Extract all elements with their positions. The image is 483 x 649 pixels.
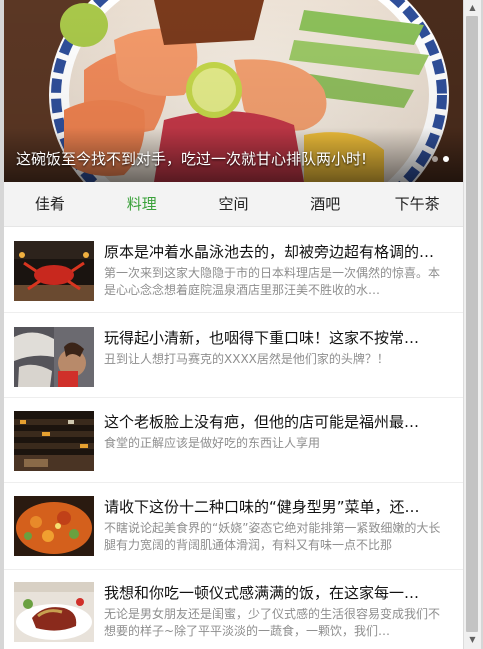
category-tabs: 佳肴 料理 空间 酒吧 下午茶 — [4, 182, 463, 227]
article-desc: 丑到让人想打马赛克的XXXX居然是他们家的头牌？！ — [104, 352, 389, 366]
article-thumbnail — [14, 241, 94, 301]
tab-jiayao[interactable]: 佳肴 — [4, 182, 96, 226]
list-item[interactable]: 请收下这份十二种口味的“健身型男”菜单，还… 不瞎说论起美食界的“妖娆”姿态它绝… — [4, 483, 463, 570]
article-title: 请收下这份十二种口味的“健身型男”菜单，还… — [104, 498, 420, 516]
tab-xiawucha[interactable]: 下午茶 — [371, 182, 463, 226]
article-title: 我想和你吃一顿仪式感满满的饭，在这家每一… — [104, 584, 420, 602]
list-item[interactable]: 玩得起小清新，也咽得下重口味！这家不按常… 丑到让人想打马赛克的XXXX居然是他… — [4, 313, 463, 398]
tab-kongjian[interactable]: 空间 — [188, 182, 280, 226]
list-item[interactable]: 原本是冲着水晶泳池去的，却被旁边超有格调的… 第一次来到这家大隐隐于市的日本料理… — [4, 227, 463, 313]
tab-liaoli[interactable]: 料理 — [96, 182, 188, 226]
article-thumbnail — [14, 582, 94, 642]
article-thumbnail — [14, 496, 94, 556]
article-list: 原本是冲着水晶泳池去的，却被旁边超有格调的… 第一次来到这家大隐隐于市的日本料理… — [4, 227, 463, 649]
app-screen: 这碗饭至今找不到对手，吃过一次就甘心排队两小时! 佳肴 料理 空间 酒吧 下午茶 — [4, 0, 463, 649]
list-item[interactable]: 这个老板脸上没有疤，但他的店可能是福州最… 食堂的正解应该是做好吃的东西让人享用 — [4, 398, 463, 483]
banner-dot[interactable] — [432, 156, 438, 162]
article-title: 玩得起小清新，也咽得下重口味！这家不按常… — [104, 329, 420, 347]
article-desc: 第一次来到这家大隐隐于市的日本料理店是一次偶然的惊喜。本是心心念念想着庭院温泉酒… — [104, 266, 441, 297]
article-title: 这个老板脸上没有疤，但他的店可能是福州最… — [104, 413, 420, 431]
hero-banner[interactable]: 这碗饭至今找不到对手，吃过一次就甘心排队两小时! — [4, 0, 463, 182]
banner-dot-active[interactable] — [443, 156, 449, 162]
scroll-thumb[interactable] — [466, 16, 478, 632]
article-title: 原本是冲着水晶泳池去的，却被旁边超有格调的… — [104, 243, 435, 261]
article-desc: 不瞎说论起美食界的“妖娆”姿态它绝对能排第一紧致细嫩的大长腿有力宽阔的背阔肌通体… — [104, 521, 441, 552]
banner-pagination — [432, 156, 449, 162]
scroll-down-arrow-icon[interactable]: ▼ — [464, 633, 481, 647]
article-thumbnail — [14, 411, 94, 471]
article-desc: 食堂的正解应该是做好吃的东西让人享用 — [104, 436, 321, 450]
article-desc: 无论是男女朋友还是闺蜜，少了仪式感的生活很容易变成我们不想要的样子~除了平平淡淡… — [104, 607, 441, 638]
tab-jiuba[interactable]: 酒吧 — [279, 182, 371, 226]
article-thumbnail — [14, 327, 94, 387]
banner-caption: 这碗饭至今找不到对手，吃过一次就甘心排队两小时! — [16, 150, 368, 168]
list-item[interactable]: 我想和你吃一顿仪式感满满的饭，在这家每一… 无论是男女朋友还是闺蜜，少了仪式感的… — [4, 570, 463, 649]
scroll-up-arrow-icon[interactable]: ▲ — [464, 1, 481, 15]
vertical-scrollbar[interactable]: ▲ ▼ — [463, 0, 481, 649]
